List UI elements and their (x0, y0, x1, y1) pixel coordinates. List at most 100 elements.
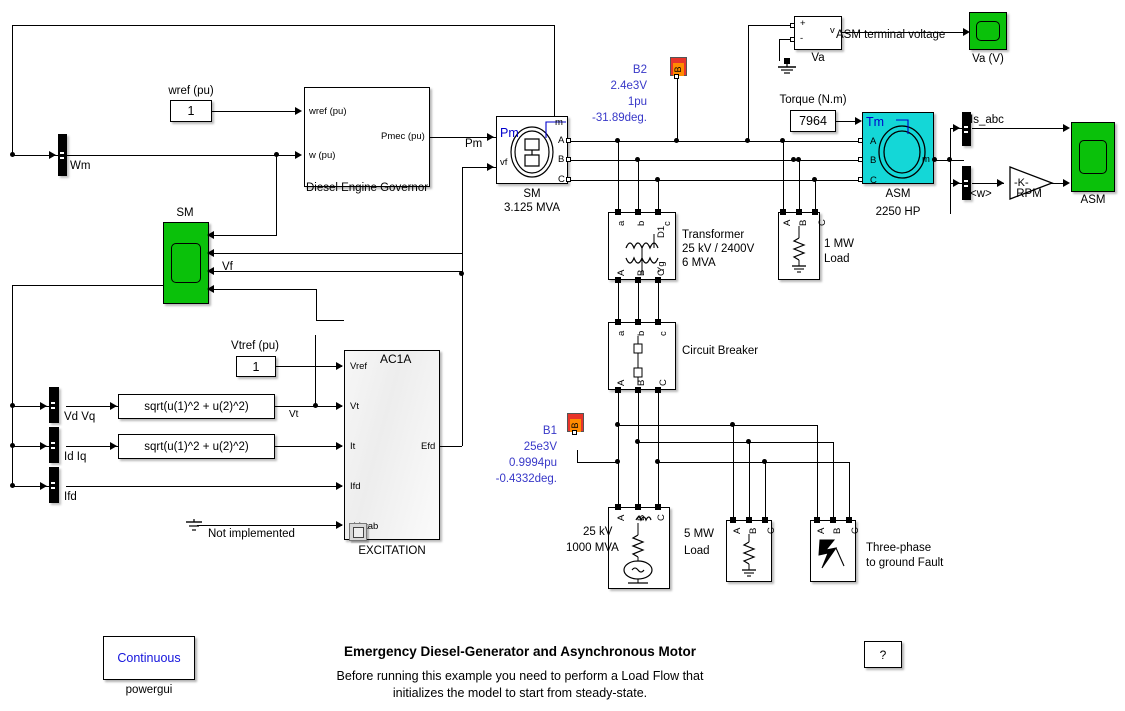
arrow-wm (49, 151, 56, 159)
wire-isabc (972, 128, 1065, 129)
va-ground-icon (776, 58, 798, 81)
arrow-gov-in1 (295, 107, 302, 115)
signal-label-vf: Vf (222, 261, 233, 273)
arrow-isabc (953, 124, 960, 132)
transformer-name: Transformer (682, 229, 745, 241)
va-scope[interactable] (969, 12, 1007, 50)
excitation-mask-icon (349, 523, 367, 541)
b2-angle: -31.89deg. (592, 112, 647, 124)
va-scope-label: Va (V) (972, 53, 1004, 65)
wire-node-xc (655, 177, 660, 182)
fcn-vt-block[interactable]: sqrt(u(1)^2 + u(2)^2) (118, 394, 275, 419)
sm-input-vf-label: vf (500, 157, 508, 168)
wire-5mw-c (765, 462, 766, 520)
vtref-constant[interactable]: 1 (236, 356, 276, 377)
asm-machine-rating: 2250 HP (875, 206, 921, 218)
wire-flt-c (849, 462, 850, 520)
powergui-block[interactable]: Continuous (103, 636, 195, 680)
b2-voltage: 2.4e3V (610, 80, 647, 92)
arrow-exc-vstab (336, 521, 343, 529)
fcn-it-block[interactable]: sqrt(u(1)^2 + u(2)^2) (118, 434, 275, 459)
wire-xfmr-bot-a (618, 280, 619, 322)
asm-port-c (858, 177, 863, 182)
wire-flt-b-h (749, 442, 833, 443)
bus-selector-vdvq[interactable] (49, 387, 59, 423)
signal-label-vdvq: Vd Vq (64, 411, 96, 423)
arrow-sm-pm (487, 133, 494, 141)
wire-wm-to-gov (66, 155, 298, 156)
arrow-exc-vt (336, 402, 343, 410)
page-title: Emergency Diesel-Generator and Asynchron… (343, 644, 697, 659)
arrow-fcn2 (110, 442, 117, 450)
wire-left-mid (12, 285, 13, 406)
wire-fcn1-vt (275, 406, 342, 407)
signal-label-idiq: Id Iq (64, 451, 87, 463)
wire-node-idiq (10, 443, 15, 448)
wire-flt-c-h (765, 462, 849, 463)
wire-ifd-exc (66, 486, 342, 487)
load-1mw-resistor-icon (792, 226, 806, 273)
wire-wm-to-smscope (209, 235, 277, 236)
asm-port-a (858, 138, 863, 143)
sm-scope[interactable] (163, 222, 209, 304)
sm-machine-name: SM (523, 188, 541, 200)
transformer-coils-icon (625, 234, 659, 274)
wire-b1-drop (577, 450, 578, 462)
wire-load1-b (799, 160, 800, 212)
arrow-smscope-4 (207, 285, 214, 293)
help-button[interactable]: ? (864, 641, 902, 668)
excitation-label: EXCITATION (358, 545, 426, 557)
wire-fcn2-it (275, 446, 342, 447)
help-button-label: ? (879, 647, 887, 662)
bus-selector-ifd[interactable] (49, 467, 59, 503)
va-port-plus (790, 23, 795, 28)
circuit-breaker-label: Circuit Breaker (682, 345, 759, 357)
gov-output-pmec: Pmec (pu) (381, 131, 425, 142)
wire-load1-a (783, 141, 784, 212)
wire-node-asm-m (947, 157, 952, 162)
sm-machine-rating: 3.125 MVA (503, 202, 561, 214)
b2-name: B2 (632, 64, 647, 76)
arrow-asmscope-2 (1063, 179, 1070, 187)
load-5mw-resistor-icon (742, 534, 756, 577)
wire-efd-out (440, 446, 462, 447)
bus-selector-wm[interactable] (58, 134, 67, 176)
wire-vstab (197, 525, 342, 526)
arrow-asmscope-1 (1063, 124, 1070, 132)
vtref-caption: Vtref (pu) (231, 340, 279, 352)
exc-input-vt: Vt (350, 401, 359, 412)
b1-name: B1 (542, 425, 557, 437)
wref-caption: wref (pu) (168, 85, 214, 97)
arrow-w (953, 179, 960, 187)
arrow-smscope-3 (207, 267, 214, 275)
arrow-smscope-2 (207, 249, 214, 257)
wire-mid-to-smscope (12, 285, 164, 286)
wire-wm-down (276, 155, 277, 235)
fault-line2: to ground Fault (866, 557, 944, 569)
asm-output-m-label: m (922, 154, 930, 165)
arrow-exc-vref (336, 362, 343, 370)
arrow-gain-in (997, 179, 1004, 187)
wire-node-bc (655, 459, 660, 464)
page-subtitle-line1: Before running this example you need to … (336, 669, 704, 683)
arrow-gov-in2 (295, 151, 302, 159)
wire-node-b2 (674, 138, 679, 143)
wire-node-ba (615, 422, 620, 427)
exc-input-ifd: Ifd (350, 481, 361, 492)
asm-scope-label: ASM (1080, 194, 1106, 206)
bus-selector-idiq[interactable] (49, 427, 59, 463)
wire-efd-up (462, 167, 463, 446)
wref-constant[interactable]: 1 (170, 100, 212, 122)
not-implemented-label: Not implemented (208, 528, 295, 540)
diesel-engine-governor-label: Diesel Engine Governor (305, 182, 429, 194)
wire-left-outer (12, 25, 13, 155)
sm-port-a (566, 138, 571, 143)
va-measurement-label: Va (811, 52, 825, 64)
asm-input-b-label: B (870, 155, 877, 166)
sm-scope-label: SM (176, 207, 194, 219)
asm-scope[interactable] (1071, 122, 1115, 192)
b1-pu: 0.9994pu (509, 457, 557, 469)
torque-constant[interactable]: 7964 (790, 110, 836, 132)
node-asm-out (932, 157, 937, 162)
load-1mw-line2: Load (824, 253, 850, 265)
